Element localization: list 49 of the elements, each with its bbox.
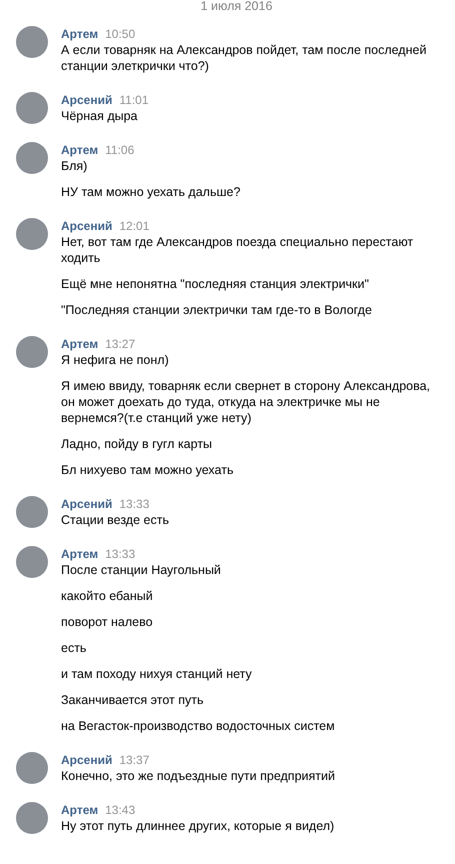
author-name[interactable]: Арсений <box>61 218 112 234</box>
avatar[interactable] <box>16 336 48 368</box>
avatar[interactable] <box>16 218 48 250</box>
message-text: Стации везде есть <box>61 512 170 528</box>
message-text: поворот налево <box>61 614 154 630</box>
author-name[interactable]: Артем <box>61 802 98 818</box>
message-text: и там походу нихуя станций нету <box>61 666 253 682</box>
message-time: 13:33 <box>105 546 136 562</box>
message-text: А если товарняк на Александров пойдет, там после последней станции элеткрички что?) <box>61 42 428 74</box>
avatar[interactable] <box>16 92 48 124</box>
author-name[interactable]: Артем <box>61 26 98 42</box>
message-text: какойто ебаный <box>61 588 154 604</box>
message-text: Заканчивается этот путь <box>61 692 204 708</box>
message-time: 12:01 <box>119 218 150 234</box>
message-text: Нет, вот там где Александров поезда специально перестают ходить <box>61 234 414 266</box>
message-text: Бл нихуево там можно уехать <box>61 462 234 478</box>
avatar[interactable] <box>16 142 48 174</box>
message-text: "Последняя станции электрички там где-то в Вологде <box>61 302 373 318</box>
message-text: Я нефига не понл) <box>61 352 170 368</box>
author-name[interactable]: Артем <box>61 142 98 158</box>
message-text: есть <box>61 640 88 656</box>
message-time: 13:27 <box>105 336 136 352</box>
message-text: Чёрная дыра <box>61 108 139 124</box>
avatar[interactable] <box>16 26 48 58</box>
message-text: Ну этот путь длиннее других, которые я видел) <box>61 818 336 834</box>
author-name[interactable]: Артем <box>61 336 98 352</box>
message-time: 10:50 <box>105 26 136 42</box>
author-name[interactable]: Арсений <box>61 92 112 108</box>
message-text: Конечно, это же подъездные пути предприятий <box>61 768 336 784</box>
message-text: Ещё мне непонятна "последняя станция электрички" <box>61 276 370 292</box>
message-text: НУ там можно уехать дальше? <box>61 184 242 200</box>
date-header: 1 июля 2016 <box>200 0 274 13</box>
message-text: Я имею ввиду, товарняк если свернет в сторону Александрова, он может доехать до туда, откуда на электричке мы не вернемся?(т.е станций уже нету) <box>61 378 432 426</box>
message-time: 13:33 <box>119 496 150 512</box>
avatar[interactable] <box>16 546 48 578</box>
message-text: После станции Наугольный <box>61 562 222 578</box>
message-time: 13:37 <box>119 752 150 768</box>
avatar[interactable] <box>16 496 48 528</box>
message-text: на Вегасток-производство водосточных систем <box>61 718 336 734</box>
avatar[interactable] <box>16 802 48 834</box>
message-text: Бля) <box>61 158 88 174</box>
message-time: 13:43 <box>105 802 136 818</box>
author-name[interactable]: Артем <box>61 546 98 562</box>
author-name[interactable]: Арсений <box>61 496 112 512</box>
message-time: 11:01 <box>119 92 148 108</box>
message-time: 11:06 <box>105 142 134 158</box>
message-text: Ладно, пойду в гугл карты <box>61 436 214 452</box>
avatar[interactable] <box>16 752 48 784</box>
author-name[interactable]: Арсений <box>61 752 112 768</box>
